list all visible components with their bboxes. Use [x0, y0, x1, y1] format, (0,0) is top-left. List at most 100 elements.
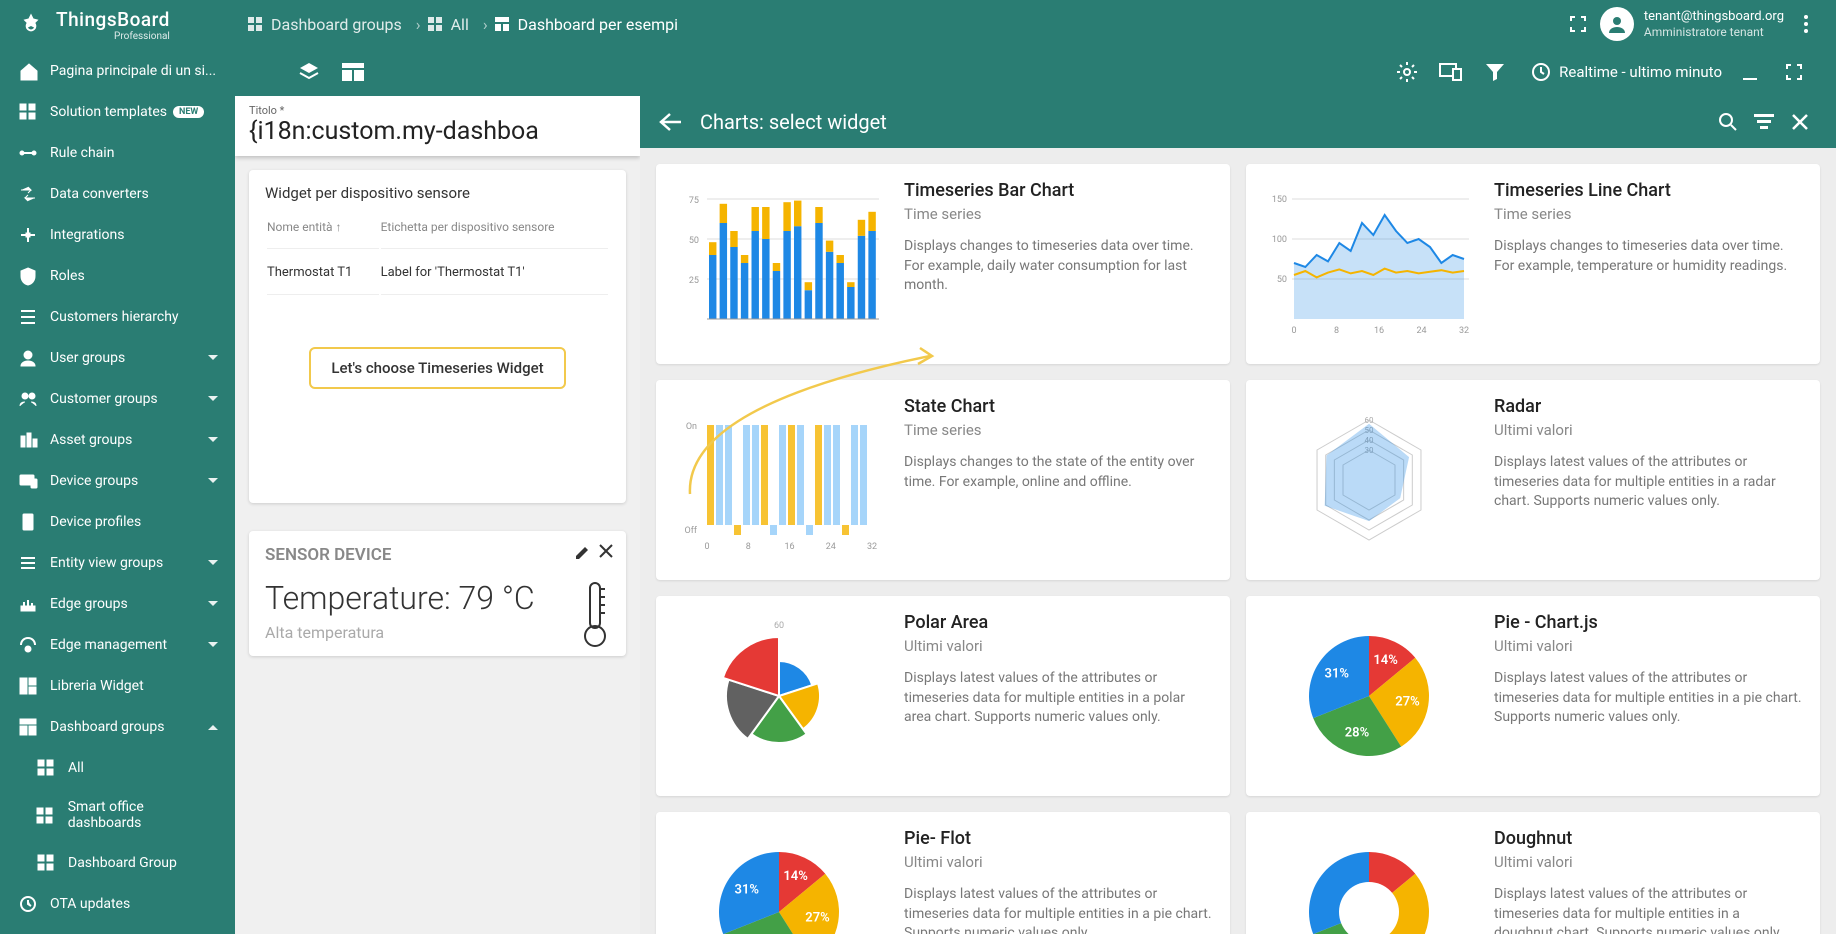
sidebar-item-device-groups[interactable]: Device groups — [0, 460, 235, 501]
widget-card-subtype: Ultimi valori — [1494, 421, 1802, 439]
sidebar-item-label: Roles — [50, 268, 85, 284]
new-badge: NEW — [173, 106, 204, 118]
sidebar-item-customer-groups[interactable]: Customer groups — [0, 378, 235, 419]
sidebar-item-smart-office-dashboards[interactable]: Smart office dashboards — [0, 788, 235, 842]
brand-name: ThingsBoard — [56, 10, 170, 29]
settings-icon[interactable] — [1389, 54, 1425, 90]
sidebar-item-integrations[interactable]: Integrations — [0, 214, 235, 255]
user-menu[interactable]: tenant@thingsboard.org Amministratore te… — [1600, 7, 1784, 41]
ota-icon — [16, 894, 38, 913]
download-icon[interactable] — [1732, 54, 1768, 90]
widget-card-timeseries-bar-chart[interactable]: 255075Timeseries Bar ChartTime seriesDis… — [656, 164, 1230, 364]
widget-card-timeseries-line-chart[interactable]: 5010015008162432Timeseries Line ChartTim… — [1246, 164, 1820, 364]
breadcrumb-dashboard-groups[interactable]: Dashboard groups — [247, 15, 402, 34]
devices-icon[interactable] — [1433, 54, 1469, 90]
widget-card-state-chart[interactable]: OnOff08162432State ChartTime seriesDispl… — [656, 380, 1230, 580]
sidebar-item-label: Customers hierarchy — [50, 309, 179, 325]
col-label[interactable]: Etichetta per dispositivo sensore — [381, 220, 608, 249]
rulechain-icon — [16, 143, 38, 162]
sidebar-item-asset-groups[interactable]: Asset groups — [0, 419, 235, 460]
svg-text:32: 32 — [1459, 326, 1469, 336]
sidebar-item-label: Edge management — [50, 637, 167, 653]
sidebar-item-ota-updates[interactable]: OTA updates — [0, 883, 235, 924]
sidebar-item-label: Device groups — [50, 473, 138, 489]
svg-text:75: 75 — [689, 196, 699, 206]
brand-edition: Professional — [56, 31, 170, 42]
widget-card-polar-area[interactable]: 60Polar AreaUltimi valoriDisplays latest… — [656, 596, 1230, 796]
sidebar-item-label: Dashboard groups — [50, 719, 164, 735]
widget-thumb — [1264, 828, 1474, 934]
widget-card-title: State Chart — [904, 396, 1212, 417]
sidebar-item-all[interactable]: All — [0, 747, 235, 788]
table-row[interactable]: Thermostat T1 Label for 'Thermostat T1' — [267, 251, 608, 295]
sidebar-item-edge-groups[interactable]: Edge groups — [0, 583, 235, 624]
sidebar-item-customers-hierarchy[interactable]: Customers hierarchy — [0, 296, 235, 337]
grid-icon — [34, 806, 56, 825]
svg-text:8: 8 — [1334, 326, 1339, 336]
widget-thumb: 5010015008162432 — [1264, 180, 1474, 348]
sensor-title: SENSOR DEVICE — [265, 545, 610, 565]
widget-card-title: Polar Area — [904, 612, 1212, 633]
widget-card-subtype: Ultimi valori — [1494, 853, 1802, 871]
realtime-selector[interactable]: Realtime - ultimo minuto — [1531, 62, 1722, 82]
selector-title: Charts: select widget — [700, 110, 887, 134]
widget-card-radar[interactable]: 30405060RadarUltimi valoriDisplays lates… — [1246, 380, 1820, 580]
widget-card-subtype: Ultimi valori — [904, 853, 1212, 871]
widget-thumb: OnOff08162432 — [674, 396, 884, 564]
edit-icon[interactable] — [574, 543, 592, 561]
sidebar-item-label: Smart office dashboards — [68, 799, 219, 831]
sidebar-item-dashboard-group[interactable]: Dashboard Group — [0, 842, 235, 883]
close-icon[interactable] — [598, 543, 614, 561]
deviceprofiles-icon — [16, 512, 38, 531]
sidebar-item-device-profiles[interactable]: Device profiles — [0, 501, 235, 542]
filter-icon[interactable] — [1477, 54, 1513, 90]
sidebar-item-entity-view-groups[interactable]: Entity view groups — [0, 542, 235, 583]
sidebar-item-label: Solution templates — [50, 104, 167, 120]
table-widget: Widget per dispositivo sensore Nome enti… — [249, 170, 626, 503]
more-icon[interactable] — [1788, 6, 1824, 42]
col-entity-name[interactable]: Nome entità — [267, 220, 379, 249]
title-input-block[interactable]: Titolo * {i18n:custom.my-dashboa — [235, 96, 640, 156]
sidebar-item-user-groups[interactable]: User groups — [0, 337, 235, 378]
widget-card-subtype: Time series — [904, 421, 1212, 439]
widget-title: Widget per dispositivo sensore — [265, 184, 610, 202]
widget-card-desc: Displays latest values of the attributes… — [904, 885, 1212, 934]
layout-icon[interactable] — [335, 54, 371, 90]
back-arrow-icon[interactable] — [658, 112, 682, 132]
filter-list-icon[interactable] — [1746, 104, 1782, 140]
search-icon[interactable] — [1710, 104, 1746, 140]
sidebar-item-edge-management[interactable]: Edge management — [0, 624, 235, 665]
expand-icon[interactable] — [1776, 54, 1812, 90]
widget-card-doughnut[interactable]: DoughnutUltimi valoriDisplays latest val… — [1246, 812, 1820, 934]
sidebar-item-dashboard-groups[interactable]: Dashboard groups — [0, 706, 235, 747]
svg-text:50: 50 — [1277, 275, 1287, 285]
top-header: Dashboard groups › All › Dashboard per e… — [235, 0, 1836, 48]
sidebar-item-label: Pagina principale di un si... — [50, 63, 216, 79]
breadcrumb-dashboard-name[interactable]: Dashboard per esempi — [494, 15, 678, 34]
sidebar-item-pagina-principale-di-un-si[interactable]: Pagina principale di un si... — [0, 50, 235, 91]
sidebar-item-libreria-widget[interactable]: Libreria Widget — [0, 665, 235, 706]
fullscreen-icon[interactable] — [1560, 6, 1596, 42]
app-logo[interactable]: ThingsBoard Professional — [0, 0, 235, 50]
svg-text:On: On — [686, 422, 697, 432]
sidebar-item-solution-templates[interactable]: Solution templates NEW — [0, 91, 235, 132]
svg-text:16: 16 — [784, 542, 794, 552]
layers-icon[interactable] — [291, 54, 327, 90]
sidebar-item-roles[interactable]: Roles — [0, 255, 235, 296]
sidebar-item-label: OTA updates — [50, 896, 130, 912]
svg-text:100: 100 — [1272, 235, 1287, 245]
widget-card-pie-flot[interactable]: 14%27%28%31%Pie- FlotUltimi valoriDispla… — [656, 812, 1230, 934]
sidebar-item-data-converters[interactable]: Data converters — [0, 173, 235, 214]
widget-card-pie-chart-js[interactable]: 14%27%28%31%Pie - Chart.jsUltimi valoriD… — [1246, 596, 1820, 796]
user-email: tenant@thingsboard.org — [1644, 9, 1784, 25]
breadcrumb-all[interactable]: All — [427, 15, 469, 34]
chevron-down-icon — [207, 641, 219, 649]
sidebar-item-label: User groups — [50, 350, 125, 366]
sidebar: ThingsBoard Professional Pagina principa… — [0, 0, 235, 934]
sensor-sub: Alta temperatura — [265, 623, 610, 642]
dashboard-toolbar: Realtime - ultimo minuto — [235, 48, 1836, 96]
widget-thumb: 255075 — [674, 180, 884, 348]
sidebar-item-label: Customer groups — [50, 391, 158, 407]
sidebar-item-rule-chain[interactable]: Rule chain — [0, 132, 235, 173]
close-panel-icon[interactable] — [1782, 104, 1818, 140]
